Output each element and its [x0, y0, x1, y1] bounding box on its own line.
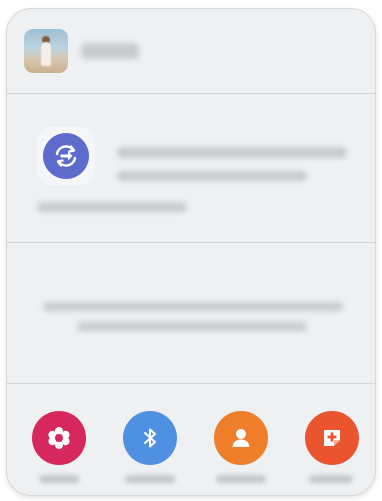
add-note-icon	[324, 430, 340, 446]
flower-icon	[48, 427, 70, 449]
info-section	[7, 243, 375, 383]
app-bluetooth[interactable]	[123, 411, 177, 465]
info-message	[43, 302, 343, 311]
app-label	[39, 475, 79, 483]
app-label	[125, 475, 175, 483]
smart-view-icon[interactable]	[37, 127, 95, 185]
smart-view-description	[117, 171, 307, 181]
photo-thumbnail	[24, 29, 68, 73]
sync-arrows-icon	[55, 145, 77, 167]
smart-view-title	[117, 147, 347, 158]
divider	[7, 383, 375, 384]
bluetooth-icon	[144, 428, 156, 448]
app-label	[216, 475, 266, 483]
app-label	[309, 475, 353, 483]
share-header	[7, 9, 375, 93]
app-flower[interactable]	[32, 411, 86, 465]
share-title	[81, 43, 139, 59]
share-sheet	[7, 9, 375, 495]
contact-icon	[232, 429, 250, 447]
smart-view-description-line2	[37, 202, 187, 212]
app-contact[interactable]	[214, 411, 268, 465]
app-add-note[interactable]	[305, 411, 359, 465]
info-message-line2	[77, 322, 307, 331]
